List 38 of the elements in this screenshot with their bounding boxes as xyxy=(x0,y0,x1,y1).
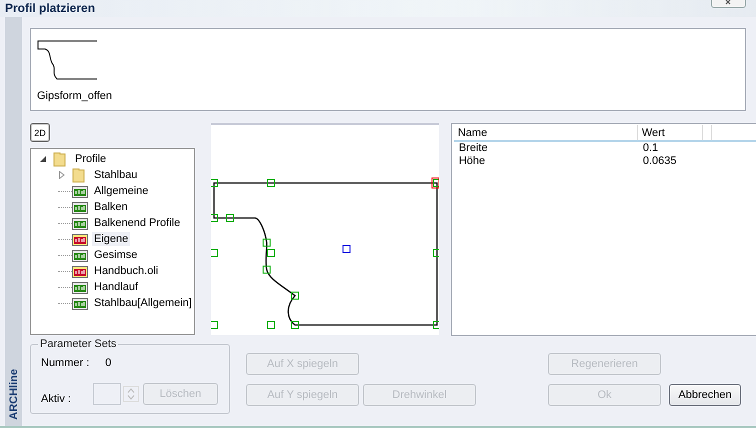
tree-item[interactable]: Stahlbau xyxy=(92,168,140,182)
library-icon xyxy=(72,280,88,294)
tree-item[interactable]: Handlauf xyxy=(92,280,140,294)
tree-item[interactable]: Stahlbau[Allgemein] xyxy=(92,296,194,310)
library-icon xyxy=(72,296,88,310)
close-button[interactable] xyxy=(711,0,746,8)
active-label: Aktiv : xyxy=(41,393,71,405)
table-cell-text: 0.0635 xyxy=(642,155,678,168)
number-value: 0 xyxy=(105,357,112,369)
column-header[interactable]: Name xyxy=(454,125,638,140)
table-cell-text: Breite xyxy=(458,142,489,155)
tree-item[interactable]: Gesimse xyxy=(92,248,140,262)
library-icon xyxy=(72,248,88,262)
table-cell-text: Höhe xyxy=(458,155,486,168)
tree-item[interactable]: Profile xyxy=(73,152,108,166)
library-icon xyxy=(72,216,88,230)
tree-item[interactable]: Allgemeine xyxy=(92,184,150,198)
library-icon xyxy=(72,184,88,198)
close-icon xyxy=(724,0,734,6)
tree-item[interactable]: Handbuch.oli xyxy=(92,264,160,278)
action-button[interactable]: Abbrechen xyxy=(669,384,741,406)
library-icon xyxy=(72,200,88,214)
tree-item[interactable]: Balken xyxy=(92,200,130,214)
collapse-icon[interactable] xyxy=(39,155,47,163)
group-title: Parameter Sets xyxy=(39,338,118,350)
expand-icon[interactable] xyxy=(58,171,66,179)
number-label: Nummer : xyxy=(41,357,90,369)
tree-item[interactable]: Balkenend Profile xyxy=(92,216,182,230)
profile-name: Gipsform_offen xyxy=(37,90,112,102)
tree-item[interactable]: Eigene xyxy=(92,232,130,246)
brand-label: ARCHline xyxy=(8,369,20,420)
library-icon xyxy=(72,232,88,246)
window-title: Profil platzieren xyxy=(4,0,96,15)
library-icon xyxy=(72,264,88,278)
table-cell-text: 0.1 xyxy=(642,142,660,155)
profile-thumbnail-icon[interactable] xyxy=(37,39,99,81)
view-toggle-button[interactable]: 2D xyxy=(30,123,50,142)
column-header[interactable]: Wert xyxy=(638,125,703,140)
